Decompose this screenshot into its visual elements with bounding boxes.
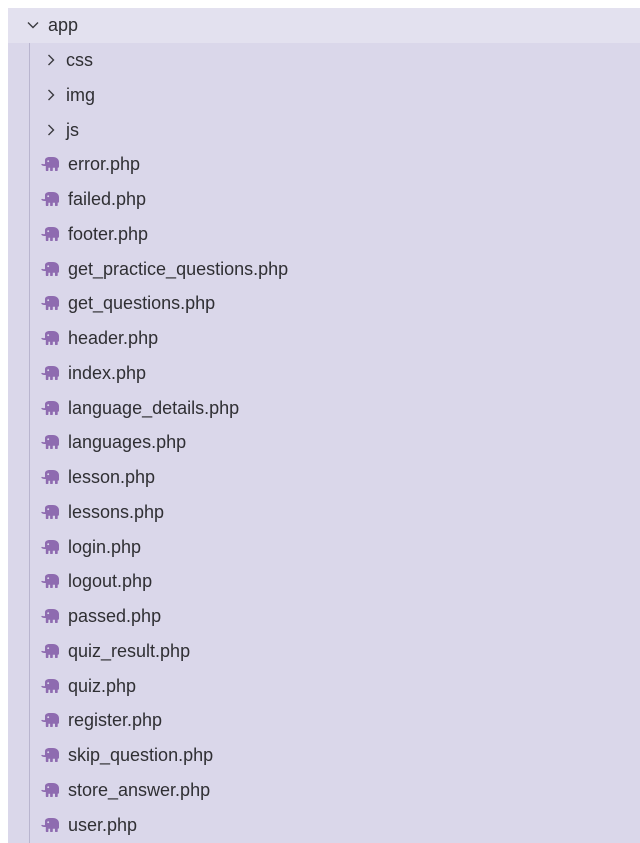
file-label: language_details.php (68, 397, 240, 418)
php-elephant-icon (40, 225, 62, 243)
tree-file-get-questions-php[interactable]: get_questions.php (8, 286, 640, 321)
php-elephant-icon (40, 503, 62, 521)
php-elephant-icon (40, 538, 62, 556)
file-label: footer.php (68, 223, 149, 244)
php-elephant-icon (40, 155, 62, 173)
tree-file-quiz-php[interactable]: quiz.php (8, 668, 640, 703)
tree-file-language-details-php[interactable]: language_details.php (8, 390, 640, 425)
php-elephant-icon (40, 572, 62, 590)
chevron-right-icon (42, 121, 60, 139)
tree-file-get-practice-questions-php[interactable]: get_practice_questions.php (8, 251, 640, 286)
tree-folder-img[interactable]: img (8, 78, 640, 113)
file-label: lessons.php (68, 501, 165, 522)
php-elephant-icon (40, 468, 62, 486)
php-elephant-icon (40, 433, 62, 451)
file-label: skip_question.php (68, 745, 214, 766)
tree-file-logout-php[interactable]: logout.php (8, 564, 640, 599)
tree-folder-app[interactable]: app (8, 8, 640, 43)
tree-file-quiz-result-php[interactable]: quiz_result.php (8, 634, 640, 669)
file-explorer-tree: app css img js error.php failed.php foot… (8, 8, 640, 843)
php-elephant-icon (40, 781, 62, 799)
file-label: header.php (68, 328, 159, 349)
tree-file-footer-php[interactable]: footer.php (8, 217, 640, 252)
folder-label: app (48, 15, 79, 36)
file-label: lesson.php (68, 467, 156, 488)
tree-folder-css[interactable]: css (8, 43, 640, 78)
php-elephant-icon (40, 399, 62, 417)
php-elephant-icon (40, 746, 62, 764)
file-label: quiz_result.php (68, 640, 191, 661)
folder-label: img (66, 84, 96, 105)
tree-file-lessons-php[interactable]: lessons.php (8, 495, 640, 530)
tree-file-passed-php[interactable]: passed.php (8, 599, 640, 634)
tree-file-error-php[interactable]: error.php (8, 147, 640, 182)
file-label: languages.php (68, 432, 187, 453)
php-elephant-icon (40, 677, 62, 695)
file-label: user.php (68, 814, 138, 835)
file-label: failed.php (68, 189, 147, 210)
chevron-right-icon (42, 51, 60, 69)
php-elephant-icon (40, 642, 62, 660)
tree-file-skip-question-php[interactable]: skip_question.php (8, 738, 640, 773)
folder-label: css (66, 50, 93, 71)
php-elephant-icon (40, 607, 62, 625)
chevron-right-icon (42, 86, 60, 104)
file-label: logout.php (68, 571, 153, 592)
chevron-down-icon (24, 16, 42, 34)
tree-file-register-php[interactable]: register.php (8, 703, 640, 738)
tree-file-languages-php[interactable]: languages.php (8, 425, 640, 460)
tree-file-user-php[interactable]: user.php (8, 807, 640, 842)
file-label: index.php (68, 362, 147, 383)
file-label: store_answer.php (68, 779, 211, 800)
tree-file-login-php[interactable]: login.php (8, 529, 640, 564)
php-elephant-icon (40, 816, 62, 834)
file-label: register.php (68, 710, 163, 731)
folder-label: js (66, 119, 79, 140)
tree-folder-js[interactable]: js (8, 112, 640, 147)
tree-file-index-php[interactable]: index.php (8, 356, 640, 391)
file-label: get_questions.php (68, 293, 216, 314)
php-elephant-icon (40, 260, 62, 278)
file-label: passed.php (68, 606, 162, 627)
tree-file-header-php[interactable]: header.php (8, 321, 640, 356)
file-label: login.php (68, 536, 142, 557)
file-label: get_practice_questions.php (68, 258, 289, 279)
php-elephant-icon (40, 190, 62, 208)
tree-file-failed-php[interactable]: failed.php (8, 182, 640, 217)
tree-file-store-answer-php[interactable]: store_answer.php (8, 773, 640, 808)
file-label: quiz.php (68, 675, 137, 696)
file-label: error.php (68, 154, 141, 175)
php-elephant-icon (40, 294, 62, 312)
php-elephant-icon (40, 364, 62, 382)
tree-file-lesson-php[interactable]: lesson.php (8, 460, 640, 495)
php-elephant-icon (40, 329, 62, 347)
file-list: error.php failed.php footer.php get_prac… (8, 147, 640, 842)
php-elephant-icon (40, 711, 62, 729)
